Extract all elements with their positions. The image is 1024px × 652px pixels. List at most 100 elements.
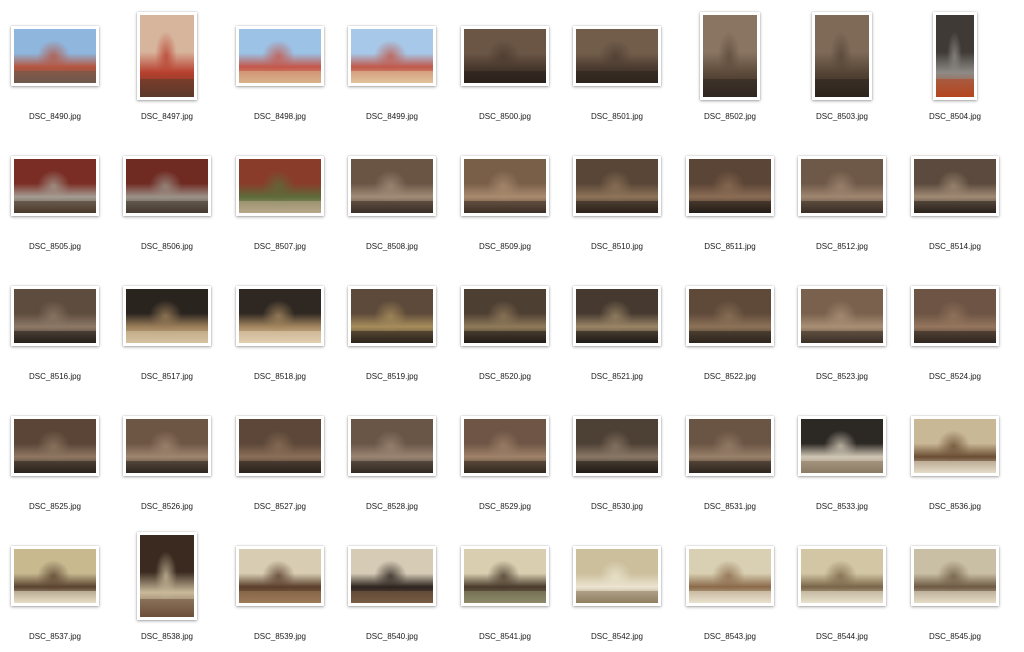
file-item[interactable]: DSC_8502.jpg <box>675 6 785 132</box>
photo-thumbnail[interactable] <box>573 286 661 346</box>
file-item[interactable]: DSC_8508.jpg <box>337 136 447 262</box>
file-item[interactable]: DSC_8504.jpg <box>900 6 1010 132</box>
thumbnail-frame <box>450 526 560 626</box>
photo-thumbnail[interactable] <box>236 416 324 476</box>
photo-thumbnail[interactable] <box>236 26 324 86</box>
photo-thumbnail[interactable] <box>236 546 324 606</box>
photo-thumbnail[interactable] <box>798 546 886 606</box>
file-item[interactable]: DSC_8497.jpg <box>112 6 222 132</box>
file-item[interactable]: DSC_8530.jpg <box>562 396 672 522</box>
photo-thumbnail[interactable] <box>686 416 774 476</box>
file-item[interactable]: DSC_8506.jpg <box>112 136 222 262</box>
photo-thumbnail[interactable] <box>573 546 661 606</box>
photo-thumbnail[interactable] <box>686 286 774 346</box>
photo-thumbnail[interactable] <box>348 156 436 216</box>
photo-thumbnail[interactable] <box>461 286 549 346</box>
file-item[interactable]: DSC_8516.jpg <box>0 266 110 392</box>
file-item[interactable]: DSC_8537.jpg <box>0 526 110 652</box>
thumbnail-frame <box>450 396 560 496</box>
file-item[interactable]: DSC_8538.jpg <box>112 526 222 652</box>
photo-image <box>126 419 208 473</box>
photo-thumbnail[interactable] <box>573 26 661 86</box>
photo-thumbnail[interactable] <box>348 26 436 86</box>
file-item[interactable]: DSC_8520.jpg <box>450 266 560 392</box>
photo-thumbnail[interactable] <box>911 416 999 476</box>
photo-thumbnail[interactable] <box>798 286 886 346</box>
photo-thumbnail[interactable] <box>461 546 549 606</box>
file-item[interactable]: DSC_8526.jpg <box>112 396 222 522</box>
photo-thumbnail[interactable] <box>11 286 99 346</box>
file-item[interactable]: DSC_8500.jpg <box>450 6 560 132</box>
photo-thumbnail[interactable] <box>236 286 324 346</box>
photo-thumbnail[interactable] <box>461 156 549 216</box>
file-item[interactable]: DSC_8528.jpg <box>337 396 447 522</box>
file-item[interactable]: DSC_8533.jpg <box>787 396 897 522</box>
file-item[interactable]: DSC_8529.jpg <box>450 396 560 522</box>
file-item[interactable]: DSC_8499.jpg <box>337 6 447 132</box>
photo-thumbnail[interactable] <box>348 546 436 606</box>
file-item[interactable]: DSC_8512.jpg <box>787 136 897 262</box>
photo-thumbnail[interactable] <box>798 416 886 476</box>
file-item[interactable]: DSC_8510.jpg <box>562 136 672 262</box>
photo-image <box>14 419 96 473</box>
file-item[interactable]: DSC_8519.jpg <box>337 266 447 392</box>
photo-thumbnail[interactable] <box>123 286 211 346</box>
photo-thumbnail[interactable] <box>798 156 886 216</box>
photo-thumbnail[interactable] <box>123 156 211 216</box>
photo-thumbnail[interactable] <box>11 416 99 476</box>
photo-thumbnail[interactable] <box>11 546 99 606</box>
file-item[interactable]: DSC_8509.jpg <box>450 136 560 262</box>
file-item[interactable]: DSC_8527.jpg <box>225 396 335 522</box>
photo-thumbnail[interactable] <box>123 416 211 476</box>
file-item[interactable]: DSC_8544.jpg <box>787 526 897 652</box>
file-item[interactable]: DSC_8514.jpg <box>900 136 1010 262</box>
photo-thumbnail[interactable] <box>686 156 774 216</box>
file-item[interactable]: DSC_8517.jpg <box>112 266 222 392</box>
photo-thumbnail[interactable] <box>137 12 197 100</box>
file-item[interactable]: DSC_8542.jpg <box>562 526 672 652</box>
photo-thumbnail[interactable] <box>812 12 872 100</box>
photo-thumbnail[interactable] <box>348 286 436 346</box>
file-item[interactable]: DSC_8536.jpg <box>900 396 1010 522</box>
file-item[interactable]: DSC_8524.jpg <box>900 266 1010 392</box>
file-item[interactable]: DSC_8521.jpg <box>562 266 672 392</box>
file-item[interactable]: DSC_8518.jpg <box>225 266 335 392</box>
file-item[interactable]: DSC_8525.jpg <box>0 396 110 522</box>
photo-thumbnail[interactable] <box>137 532 197 620</box>
photo-thumbnail[interactable] <box>11 26 99 86</box>
photo-thumbnail[interactable] <box>686 546 774 606</box>
file-item[interactable]: DSC_8501.jpg <box>562 6 672 132</box>
photo-image <box>14 549 96 603</box>
file-item[interactable]: DSC_8539.jpg <box>225 526 335 652</box>
thumbnail-frame <box>450 136 560 236</box>
thumbnail-frame <box>0 526 110 626</box>
photo-thumbnail[interactable] <box>573 156 661 216</box>
file-item[interactable]: DSC_8531.jpg <box>675 396 785 522</box>
file-item[interactable]: DSC_8541.jpg <box>450 526 560 652</box>
file-item[interactable]: DSC_8523.jpg <box>787 266 897 392</box>
photo-thumbnail[interactable] <box>461 26 549 86</box>
photo-thumbnail[interactable] <box>461 416 549 476</box>
file-item[interactable]: DSC_8498.jpg <box>225 6 335 132</box>
photo-thumbnail[interactable] <box>911 286 999 346</box>
file-item[interactable]: DSC_8511.jpg <box>675 136 785 262</box>
photo-thumbnail[interactable] <box>573 416 661 476</box>
photo-thumbnail[interactable] <box>236 156 324 216</box>
photo-thumbnail[interactable] <box>700 12 760 100</box>
photo-thumbnail[interactable] <box>348 416 436 476</box>
photo-thumbnail[interactable] <box>911 156 999 216</box>
file-item[interactable]: DSC_8507.jpg <box>225 136 335 262</box>
file-name-label: DSC_8521.jpg <box>590 372 644 381</box>
file-item[interactable]: DSC_8503.jpg <box>787 6 897 132</box>
file-item[interactable]: DSC_8522.jpg <box>675 266 785 392</box>
thumbnail-frame <box>675 136 785 236</box>
photo-thumbnail[interactable] <box>911 546 999 606</box>
thumbnail-frame <box>675 6 785 106</box>
file-item[interactable]: DSC_8543.jpg <box>675 526 785 652</box>
photo-thumbnail[interactable] <box>11 156 99 216</box>
photo-thumbnail[interactable] <box>933 12 977 100</box>
file-item[interactable]: DSC_8505.jpg <box>0 136 110 262</box>
file-item[interactable]: DSC_8545.jpg <box>900 526 1010 652</box>
file-item[interactable]: DSC_8490.jpg <box>0 6 110 132</box>
file-item[interactable]: DSC_8540.jpg <box>337 526 447 652</box>
